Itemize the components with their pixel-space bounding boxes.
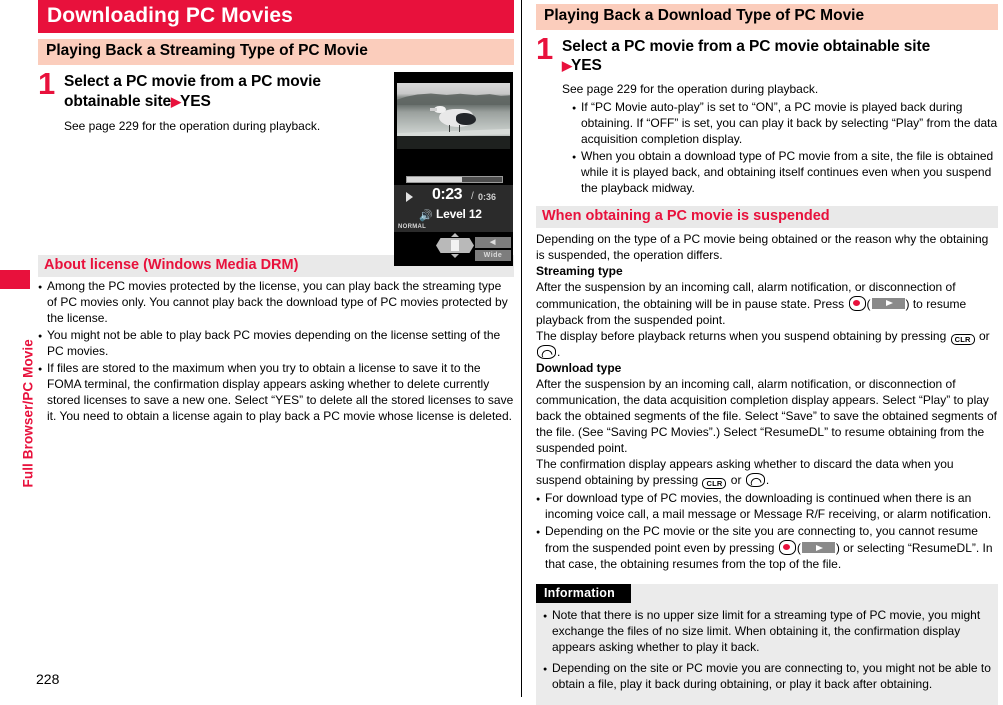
softkey-top[interactable]: ◀ xyxy=(475,237,511,248)
clr-key-icon: CLR xyxy=(950,333,975,346)
play-softkey-icon xyxy=(801,542,835,554)
phone-softkey-area: ◀ Wide xyxy=(394,232,513,266)
license-bullet-list: Among the PC movies protected by the lic… xyxy=(38,279,514,425)
streaming-p1-paren-open: ( xyxy=(866,296,871,311)
streaming-p2-or: or xyxy=(975,328,990,343)
list-item: When you obtain a download type of PC mo… xyxy=(572,149,998,197)
dpad-center-icon xyxy=(451,240,459,251)
arrow-icon: ▶ xyxy=(171,93,181,109)
volume-level-label: Level 12 xyxy=(436,207,482,221)
video-seagull-legs xyxy=(448,125,460,133)
step-heading-yes: YES xyxy=(571,57,602,75)
phone-video-frame xyxy=(397,83,510,149)
left-column: Downloading PC Movies Playing Back a Str… xyxy=(38,0,514,697)
side-tab-label: Full Browser/PC Movie xyxy=(20,339,36,488)
play-softkey-icon xyxy=(871,297,905,309)
video-rail-shadow xyxy=(397,135,510,149)
list-item: If “PC Movie auto-play” is set to “ON”, … xyxy=(572,100,998,148)
section-title-streaming: Playing Back a Streaming Type of PC Movi… xyxy=(38,39,514,65)
end-call-key-icon xyxy=(745,472,765,487)
step-number: 1 xyxy=(536,30,554,66)
list-item: If files are stored to the maximum when … xyxy=(38,361,514,425)
phone-status-bar xyxy=(394,72,513,83)
column-divider xyxy=(521,0,522,697)
step-heading-line2: obtainable site xyxy=(64,92,172,110)
total-time: 0:36 xyxy=(478,192,497,202)
list-item: You might not be able to play back PC mo… xyxy=(38,328,514,360)
information-bullet-list: Note that there is no upper size limit f… xyxy=(536,605,998,693)
suspended-intro-text: Depending on the type of a PC movie bein… xyxy=(536,231,989,262)
playback-mode-label: NORMAL xyxy=(398,224,427,230)
dpad-icon xyxy=(436,238,474,253)
download-p2-or: or xyxy=(727,472,745,487)
download-bullet-list: For download type of PC movies, the down… xyxy=(536,491,998,573)
phone-letterbox xyxy=(394,149,513,175)
streaming-paragraph-1: After the suspension by an incoming call… xyxy=(536,280,998,329)
step-bullet-list: If “PC Movie auto-play” is set to “ON”, … xyxy=(562,100,998,197)
softkey-bottom[interactable]: Wide xyxy=(475,250,511,261)
playback-progress-fill xyxy=(407,177,463,182)
list-item: Depending on the PC movie or the site yo… xyxy=(536,524,998,573)
side-tab: Full Browser/PC Movie xyxy=(0,0,36,697)
list-item: Depending on the site or PC movie you ar… xyxy=(543,661,991,693)
subsection-title-suspended: When obtaining a PC movie is suspended xyxy=(536,205,839,228)
center-key-icon xyxy=(778,540,796,556)
streaming-type-heading: Streaming type xyxy=(536,263,623,278)
streaming-paragraph-2: The display before playback returns when… xyxy=(536,329,998,361)
download-p2-period: . xyxy=(765,472,770,487)
video-seagull-beak xyxy=(429,108,437,111)
list-item: For download type of PC movies, the down… xyxy=(536,491,998,523)
subsection-band-suspended: When obtaining a PC movie is suspended xyxy=(536,205,998,228)
video-seagull-wing xyxy=(455,112,477,125)
dpad-up-icon xyxy=(451,233,459,237)
download-paragraph-1: After the suspension by an incoming call… xyxy=(536,377,997,455)
download-bullet2-paren-open: ( xyxy=(796,541,801,556)
phone-screenshot-figure: 0:23 / 0:36 🔊 Level 12 NORMAL ◀ Wide xyxy=(394,72,513,266)
time-separator: / xyxy=(471,191,474,202)
list-item: Note that there is no upper size limit f… xyxy=(543,608,991,656)
chapter-title: Downloading PC Movies xyxy=(38,0,514,34)
step-body-text: See page 229 for the operation during pl… xyxy=(562,82,819,97)
arrow-icon: ▶ xyxy=(562,58,572,74)
subsection-title-license: About license (Windows Media DRM) xyxy=(38,254,308,278)
step-number: 1 xyxy=(38,65,56,101)
dpad-down-icon xyxy=(451,254,459,258)
information-title: Information xyxy=(536,584,631,604)
list-item: Among the PC movies protected by the lic… xyxy=(38,279,514,327)
play-icon xyxy=(406,192,413,202)
information-box: Information Note that there is no upper … xyxy=(536,584,998,705)
step-heading-yes: YES xyxy=(180,92,211,110)
phone-info-bar: 0:23 / 0:36 🔊 Level 12 NORMAL xyxy=(394,185,513,232)
speaker-icon: 🔊 xyxy=(419,210,433,222)
step-heading-line1: Select a PC movie from a PC movie obtain… xyxy=(562,37,931,55)
streaming-p2-period: . xyxy=(557,345,561,360)
download-paragraph-2: The confirmation display appears asking … xyxy=(536,457,998,490)
clr-key-icon: CLR xyxy=(702,477,727,490)
step-heading-line1: Select a PC movie from a PC movie xyxy=(64,72,321,90)
end-call-key-icon xyxy=(537,345,556,360)
video-hills xyxy=(397,93,510,106)
step-heading: Select a PC movie from a PC movie obtain… xyxy=(562,37,998,77)
step-1-right: 1 Select a PC movie from a PC movie obta… xyxy=(536,33,998,197)
section-title-download: Playing Back a Download Type of PC Movie xyxy=(536,4,998,30)
center-key-icon xyxy=(848,295,866,311)
elapsed-time: 0:23 xyxy=(432,186,463,203)
streaming-p2-part-a: The display before playback returns when… xyxy=(536,328,950,343)
download-type-heading: Download type xyxy=(536,361,622,376)
playback-progress-bar xyxy=(406,176,503,183)
right-column: Playing Back a Download Type of PC Movie… xyxy=(536,0,998,705)
